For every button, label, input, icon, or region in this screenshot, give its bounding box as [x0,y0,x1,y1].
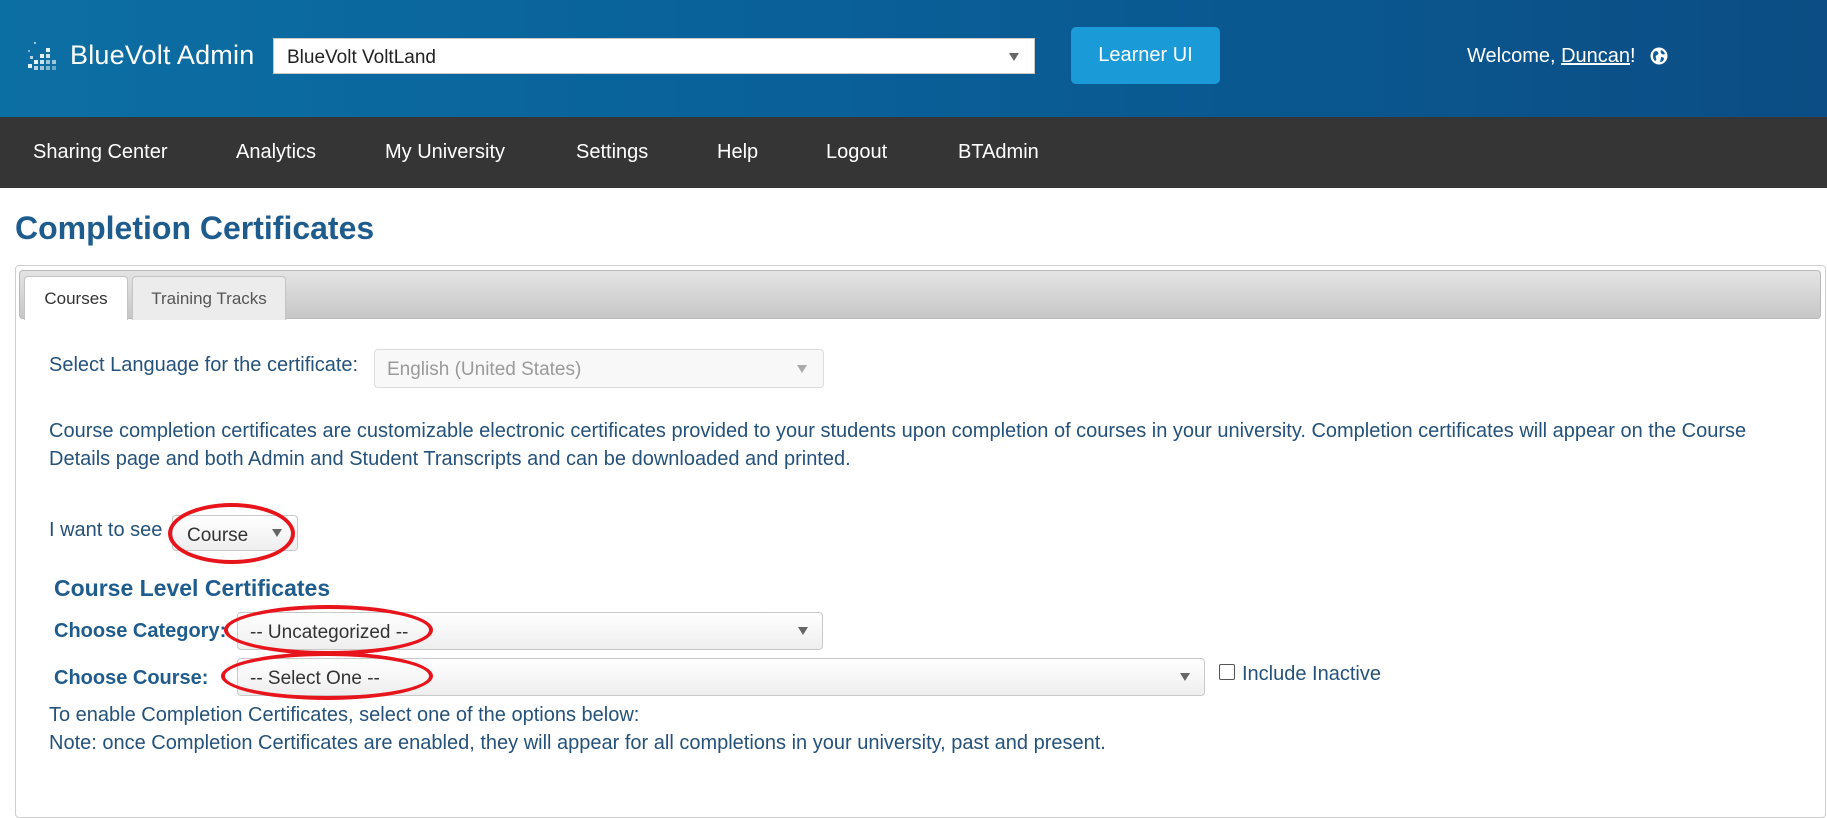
language-label: Select Language for the certificate: [49,354,359,376]
description-text: Course completion certificates are custo… [49,420,1747,470]
nav-btadmin[interactable]: BTAdmin [958,141,1039,164]
user-profile-link[interactable]: Duncan [1561,45,1630,67]
enable-instructions: To enable Completion Certificates, selec… [49,704,640,726]
category-select[interactable]: -- Uncategorized -- [237,612,823,650]
chevron-down-icon [797,365,807,373]
nav-my-university[interactable]: My University [385,141,505,164]
course-select[interactable]: -- Select One -- [237,658,1205,696]
app-title: BlueVolt Admin [70,40,255,70]
tab-bar [19,270,1821,319]
main-nav: Sharing Center Analytics My University S… [0,117,1827,188]
view-type-select-value: Course [187,525,249,546]
nav-logout[interactable]: Logout [826,141,887,164]
learner-ui-button[interactable]: Learner UI [1071,27,1220,84]
language-select[interactable]: English (United States) [374,349,824,388]
nav-sharing-center[interactable]: Sharing Center [33,141,168,164]
language-select-value: English (United States) [387,359,582,380]
tab-courses[interactable]: Courses [24,276,128,320]
enable-note: Note: once Completion Certificates are e… [49,732,1106,754]
category-label: Choose Category: [54,620,227,642]
globe-icon[interactable] [1650,47,1668,65]
include-inactive-checkbox[interactable] [1219,664,1235,680]
welcome-message: Welcome, Duncan! [1467,45,1636,67]
want-to-see-label: I want to see [49,519,163,541]
include-inactive-label[interactable]: Include Inactive [1242,663,1381,686]
bluevolt-logo-icon [28,42,56,70]
view-type-select[interactable]: Course [172,515,298,551]
chevron-down-icon [798,627,808,635]
chevron-down-icon [272,529,282,537]
page-title: Completion Certificates [15,210,375,246]
top-header: BlueVolt Admin BlueVolt VoltLand Learner… [0,0,1827,117]
course-label: Choose Course: [54,667,209,689]
chevron-down-icon [1009,53,1019,61]
course-select-value: -- Select One -- [250,668,380,689]
chevron-down-icon [1180,673,1190,681]
university-select-value: BlueVolt VoltLand [287,47,436,68]
category-select-value: -- Uncategorized -- [250,622,409,643]
university-select[interactable]: BlueVolt VoltLand [273,38,1035,74]
section-title: Course Level Certificates [54,575,331,601]
tab-training-tracks[interactable]: Training Tracks [132,276,286,320]
nav-settings[interactable]: Settings [576,141,648,164]
nav-analytics[interactable]: Analytics [236,141,316,164]
nav-help[interactable]: Help [717,141,758,164]
